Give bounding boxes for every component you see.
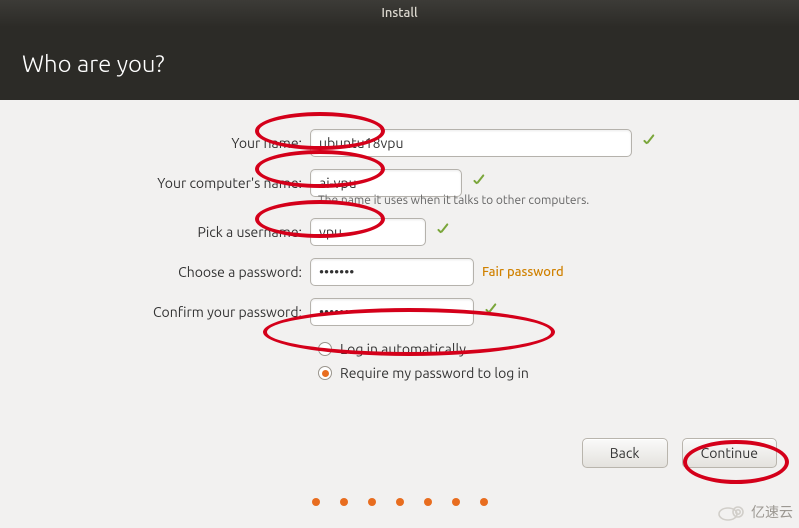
username-input[interactable] bbox=[310, 218, 426, 246]
check-icon bbox=[470, 174, 488, 192]
password-label: Choose a password: bbox=[30, 264, 310, 280]
computer-hint: The name it uses when it talks to other … bbox=[318, 194, 769, 207]
header: Who are you? bbox=[0, 27, 799, 100]
page-title: Who are you? bbox=[22, 50, 165, 77]
radio-icon bbox=[318, 366, 332, 380]
radio-auto-login[interactable]: Log in automatically bbox=[318, 337, 769, 361]
radio-require-password[interactable]: Require my password to log in bbox=[318, 361, 769, 385]
computer-label: Your computer's name: bbox=[30, 175, 310, 191]
watermark: 亿速云 bbox=[717, 502, 793, 522]
check-icon bbox=[482, 303, 500, 321]
confirm-input[interactable] bbox=[310, 298, 474, 326]
password-input[interactable] bbox=[310, 258, 474, 286]
radio-icon bbox=[318, 342, 332, 356]
computer-input[interactable] bbox=[310, 169, 462, 197]
window-titlebar: Install bbox=[0, 0, 799, 27]
confirm-label: Confirm your password: bbox=[30, 304, 310, 320]
name-label: Your name: bbox=[30, 135, 310, 151]
form-area: Your name: Your computer's name: The nam… bbox=[0, 100, 799, 395]
radio-label: Log in automatically bbox=[340, 341, 466, 357]
progress-dots bbox=[0, 492, 799, 510]
password-strength: Fair password bbox=[482, 265, 564, 279]
continue-button[interactable]: Continue bbox=[682, 438, 777, 468]
check-icon bbox=[434, 223, 452, 241]
radio-label: Require my password to log in bbox=[340, 365, 529, 381]
check-icon bbox=[640, 134, 658, 152]
name-input[interactable] bbox=[310, 129, 632, 157]
username-label: Pick a username: bbox=[30, 224, 310, 240]
back-button[interactable]: Back bbox=[582, 438, 668, 468]
